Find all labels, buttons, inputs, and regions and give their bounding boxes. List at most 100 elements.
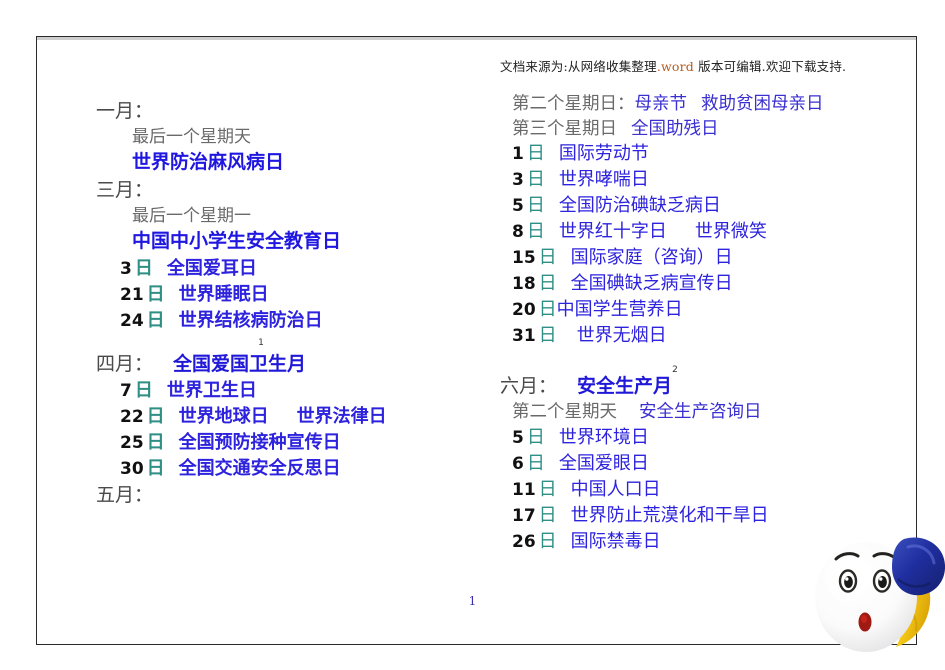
source-note: 文档来源为:从网络收集整理.word 版本可编辑.欢迎下载支持. <box>500 56 846 75</box>
source-note-suffix: 版本可编辑.欢迎下载支持. <box>694 59 847 74</box>
day-number: 18 <box>512 274 536 294</box>
day-number: 6 <box>512 453 524 474</box>
event-label: 世界红十字日 <box>558 221 667 242</box>
event-label: 世界睡眠日 <box>178 284 269 305</box>
day-number: 25 <box>120 433 144 453</box>
date-row: 6 日全国爱眼日 <box>500 452 900 474</box>
rule-text: 最后一个星期一 <box>132 206 251 226</box>
day-unit: 日 <box>146 310 165 331</box>
day-unit: 日 <box>538 247 557 268</box>
day-number: 30 <box>120 459 144 479</box>
date-row: 7 日世界卫生日 <box>96 382 456 400</box>
left-text-column: 一月： 最后一个星期天 世界防治麻风病日 三月： 最后一个星期一 中国中小学生安… <box>96 96 456 513</box>
source-note-word-token: .word <box>656 59 694 74</box>
date-row: 8 日世界红十字日 世界微笑 <box>500 223 900 241</box>
date-row: 17 日世界防止荒漠化和干旱日 <box>500 504 900 526</box>
day-number: 22 <box>120 407 144 427</box>
day-number: 24 <box>120 311 144 331</box>
day-unit: 日 <box>146 458 165 479</box>
day-number: 1 <box>512 144 524 164</box>
event-label: 全国爱眼日 <box>558 452 649 474</box>
footnote-marker-1: 1 <box>258 338 264 348</box>
rule-text: 最后一个星期天 <box>132 127 251 147</box>
rule-event-label: 全国助残日 <box>631 118 719 139</box>
day-unit: 日 <box>134 380 153 401</box>
rule-event-label: 母亲节 <box>634 94 688 114</box>
date-row: 31 日世界无烟日 <box>500 327 900 345</box>
day-unit: 日 <box>526 221 545 242</box>
day-unit: 日 <box>538 325 557 346</box>
day-number: 11 <box>512 479 536 500</box>
rule-event-label-secondary: 救助贫困母亲日 <box>701 94 824 114</box>
month-label: 五月： <box>96 484 154 506</box>
rule-text: 第二个星期天 <box>512 402 617 422</box>
rule-text: 第二个星期日： <box>512 94 635 114</box>
rule-text: 第三个星期日 <box>512 118 617 139</box>
document-page: 文档来源为:从网络收集整理.word 版本可编辑.欢迎下载支持. 一月： 最后一… <box>0 0 945 670</box>
month-heading-may: 五月： <box>96 486 456 505</box>
month-label: 四月： <box>96 353 154 375</box>
month-heading-june: 六月： 安全生产月 <box>500 377 900 396</box>
day-number: 31 <box>512 326 536 346</box>
day-unit: 日 <box>146 284 165 305</box>
rule-line-january: 最后一个星期天 <box>96 129 456 146</box>
day-number: 3 <box>512 170 524 190</box>
event-label: 全国预防接种宣传日 <box>178 432 341 453</box>
event-label-secondary: 世界微笑 <box>694 221 767 242</box>
month-label: 三月： <box>96 179 154 201</box>
month-heading-january: 一月： <box>96 102 456 121</box>
day-number: 26 <box>512 531 536 552</box>
right-text-column: 第二个星期日：母亲节 救助贫困母亲日 第三个星期日 全国助残日 1 日国际劳动节 3日… <box>500 94 900 559</box>
event-label: 世界无烟日 <box>576 325 667 346</box>
event-january-leprosy-day: 世界防治麻风病日 <box>96 153 456 172</box>
day-number: 3 <box>120 259 132 279</box>
date-row: 22 日世界地球日 世界法律日 <box>96 408 456 426</box>
rule-line-may-second-sunday: 第二个星期日：母亲节 救助贫困母亲日 <box>500 94 900 114</box>
day-unit: 日 <box>146 406 165 427</box>
rule-line-may-third-sunday: 第三个星期日 全国助残日 <box>500 118 900 139</box>
day-unit: 日 <box>538 273 557 294</box>
event-label: 国际劳动节 <box>558 143 649 164</box>
day-number: 7 <box>120 381 132 401</box>
day-unit: 日 <box>134 258 153 279</box>
event-march-safety-education-day: 中国中小学生安全教育日 <box>96 232 456 251</box>
event-label-secondary: 世界法律日 <box>296 406 387 427</box>
event-label: 全国碘缺乏病宣传日 <box>570 273 733 294</box>
date-row: 18 日全国碘缺乏病宣传日 <box>500 275 900 293</box>
event-label: 世界卫生日 <box>166 380 257 401</box>
day-unit: 日 <box>538 299 557 320</box>
event-label: 世界哮喘日 <box>558 169 649 190</box>
day-unit: 日 <box>538 504 557 526</box>
event-label: 国际禁毒日 <box>570 530 661 552</box>
event-label: 全国交通安全反思日 <box>178 458 341 479</box>
rule-line-march: 最后一个星期一 <box>96 208 456 225</box>
day-number: 5 <box>512 427 524 448</box>
day-unit: 日 <box>526 143 545 164</box>
day-number: 20 <box>512 300 536 320</box>
rule-line-june-second-sunday: 第二个星期天 安全生产咨询日 <box>500 402 900 422</box>
date-row: 3 日全国爱耳日 <box>96 260 456 278</box>
date-row: 21 日世界睡眠日 <box>96 286 456 304</box>
day-number: 15 <box>512 248 536 268</box>
page-border-top-shadow <box>37 37 916 40</box>
month-event-label: 安全生产月 <box>577 375 673 397</box>
day-unit: 日 <box>146 432 165 453</box>
event-label: 世界防止荒漠化和干旱日 <box>570 504 769 526</box>
day-number: 17 <box>512 505 536 526</box>
event-label: 中国人口日 <box>570 478 661 500</box>
month-heading-april: 四月： 全国爱国卫生月 <box>96 355 456 374</box>
date-row: 30 日全国交通安全反思日 <box>96 460 456 478</box>
day-unit: 日 <box>526 195 545 216</box>
event-label: 世界防治麻风病日 <box>132 151 285 173</box>
day-unit: 日 <box>526 169 545 190</box>
month-event-label: 全国爱国卫生月 <box>173 353 307 375</box>
day-unit: 日 <box>538 478 557 500</box>
date-row: 25 日全国预防接种宣传日 <box>96 434 456 452</box>
event-label: 世界环境日 <box>558 426 649 448</box>
event-label: 全国爱耳日 <box>166 258 257 279</box>
month-label: 一月： <box>96 100 154 122</box>
date-row: 20 日中国学生营养日 <box>500 301 900 319</box>
event-label: 世界地球日 <box>178 406 269 427</box>
day-number: 5 <box>512 196 524 216</box>
date-row: 1 日国际劳动节 <box>500 145 900 163</box>
